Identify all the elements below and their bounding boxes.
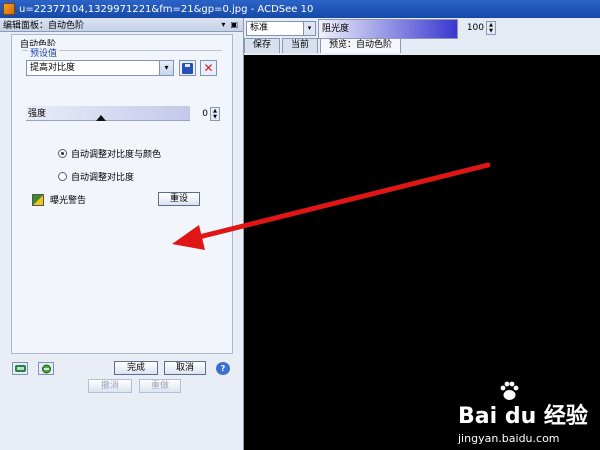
- watermark-logo-text: Bai du 经验: [458, 404, 588, 429]
- arrow-shaft: [192, 162, 491, 241]
- baidu-paw-icon: [500, 381, 519, 400]
- arrow-head: [172, 225, 205, 250]
- baidu-jingyan-watermark: Bai du 经验 jingyan.baidu.com: [458, 381, 588, 445]
- watermark-url: jingyan.baidu.com: [458, 432, 560, 445]
